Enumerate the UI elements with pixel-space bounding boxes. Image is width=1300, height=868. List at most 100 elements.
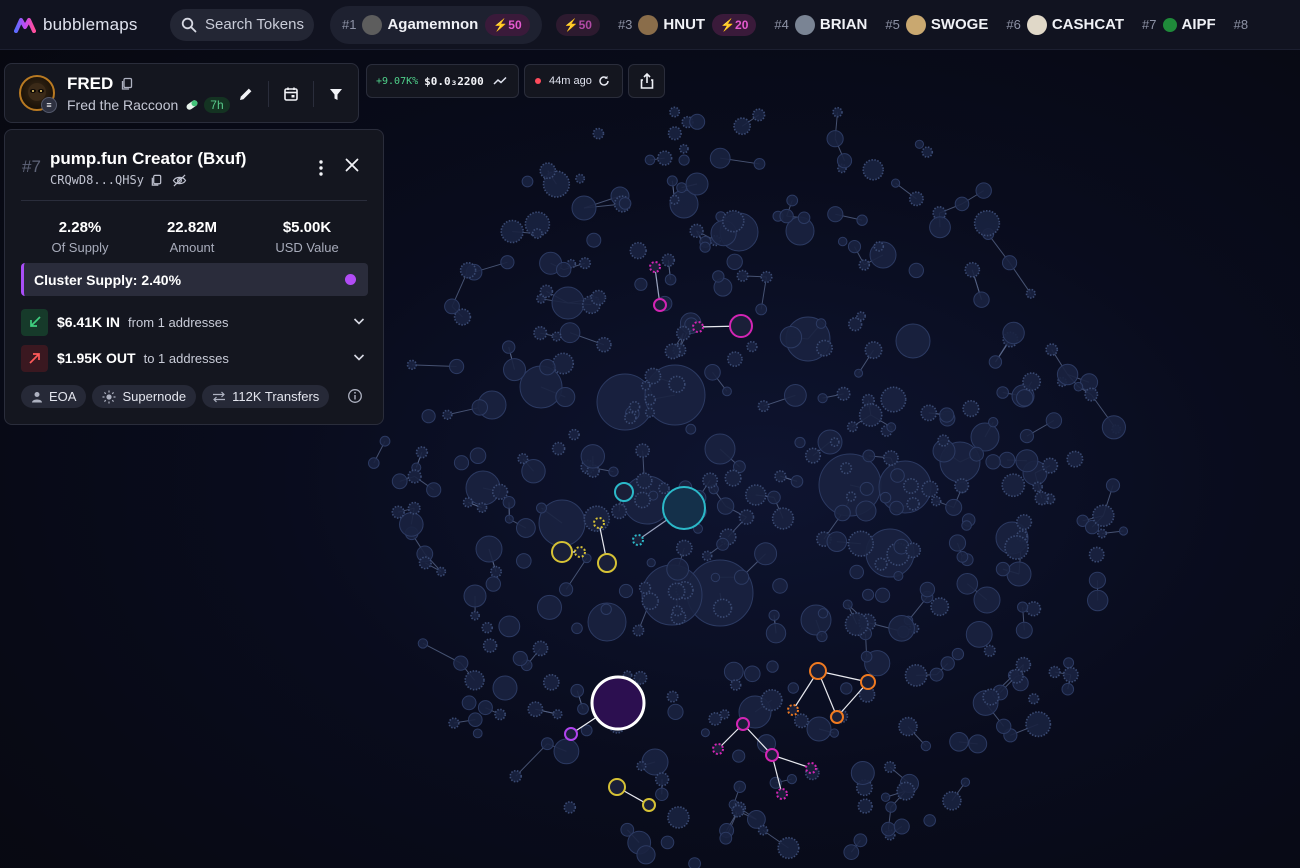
holder-bubble[interactable] [787,682,799,694]
holder-bubble[interactable] [896,781,916,801]
holder-bubble[interactable] [827,206,844,223]
holder-bubble[interactable] [845,491,857,502]
holder-bubble[interactable] [494,708,506,721]
holder-bubble[interactable] [940,656,955,671]
holder-bubble[interactable] [459,261,477,279]
holder-bubble[interactable] [847,240,862,254]
holder-bubble[interactable] [774,470,787,483]
holder-bubble[interactable] [675,325,691,341]
holder-bubble[interactable] [1025,288,1036,299]
holder-bubble[interactable] [732,749,746,763]
holder-bubble[interactable] [954,196,970,212]
cluster-bubble[interactable] [729,314,753,338]
holder-bubble[interactable] [766,660,779,673]
holder-bubble[interactable] [734,569,750,585]
holder-bubble[interactable] [744,484,767,506]
holder-bubble[interactable] [712,598,733,618]
holder-bubble[interactable] [1080,373,1099,392]
cluster-bubble[interactable] [593,517,605,529]
holder-bubble[interactable] [1034,491,1049,506]
holder-bubble[interactable] [498,615,521,638]
holder-bubble[interactable] [854,368,864,378]
holder-bubble[interactable] [815,318,827,329]
ticker-item-cashcat[interactable]: #6 CASHCAT [1006,14,1124,35]
holder-bubble[interactable] [391,505,405,519]
holder-bubble[interactable] [442,409,453,420]
holder-bubble[interactable] [817,608,829,619]
cluster-bubble[interactable] [860,674,876,690]
holder-bubble[interactable] [1097,528,1108,539]
holder-bubble[interactable] [726,253,743,270]
holder-bubble[interactable] [755,303,768,316]
holder-bubble[interactable] [794,436,806,449]
holder-bubble[interactable] [453,455,470,471]
holder-bubble[interactable] [476,502,488,513]
holder-bubble[interactable] [1027,693,1040,705]
holder-bubble[interactable] [744,665,761,683]
holder-bubble[interactable] [862,588,875,601]
holder-bubble[interactable] [666,557,690,581]
ticker-boost-only[interactable]: ⚡50 [555,13,600,36]
holder-bubble[interactable] [1008,668,1024,684]
holder-bubble[interactable] [948,534,967,552]
edit-button[interactable] [232,80,260,108]
holder-bubble[interactable] [873,241,885,252]
holder-bubble[interactable] [678,154,690,166]
holder-bubble[interactable] [856,214,868,226]
ticker-item-agamemnon[interactable]: #1 Agamemnon ⚡50 [330,5,542,44]
holder-bubble[interactable] [689,223,704,239]
holder-bubble[interactable] [1002,255,1018,271]
holder-bubble[interactable] [996,718,1012,734]
holder-bubble[interactable] [464,670,485,691]
holder-bubble[interactable] [904,664,928,687]
holder-bubble[interactable] [857,798,873,814]
holder-bubble[interactable] [1025,711,1052,738]
holder-bubble[interactable] [539,162,557,180]
holder-bubble[interactable] [757,400,770,413]
holder-bubble[interactable] [537,594,562,620]
holder-bubble[interactable] [640,380,651,391]
holder-bubble[interactable] [391,473,408,490]
holder-bubble[interactable] [636,760,647,772]
holder-bubble[interactable] [973,291,990,308]
holder-bubble[interactable] [689,113,706,130]
selected-holder-bubble[interactable] [590,675,646,731]
holder-bubble[interactable] [660,835,675,850]
holder-bubble[interactable] [1045,412,1063,429]
holder-bubble[interactable] [891,178,901,188]
holder-bubble[interactable] [709,147,731,169]
cluster-bubble[interactable] [736,717,750,731]
holder-bubble[interactable] [552,709,563,720]
holder-bubble[interactable] [491,483,509,500]
holder-bubble[interactable] [1017,601,1029,613]
holder-bubble[interactable] [407,501,421,515]
holder-bubble[interactable] [722,386,732,397]
holder-bubble[interactable] [472,728,483,739]
holder-bubble[interactable] [608,466,619,477]
holder-bubble[interactable] [1063,657,1075,669]
holder-bubble[interactable] [733,117,752,136]
holder-bubble[interactable] [669,194,680,205]
inflow-row[interactable]: $6.41K IN from 1 addresses [21,308,368,336]
cluster-bubble[interactable] [662,486,706,530]
holder-bubble[interactable] [890,468,905,483]
holder-bubble[interactable] [512,650,528,667]
cluster-bubble[interactable] [830,710,844,724]
holder-bubble[interactable] [426,482,442,498]
holder-bubble[interactable] [635,443,650,458]
cluster-bubble[interactable] [712,743,724,755]
chevron-down-icon[interactable] [352,350,366,364]
holder-bubble[interactable] [1087,589,1109,612]
holder-bubble[interactable] [942,790,962,811]
cluster-bubble[interactable] [632,534,644,546]
holder-bubble[interactable] [1056,363,1079,386]
holder-bubble[interactable] [760,688,783,712]
holder-bubble[interactable] [1084,387,1099,402]
holder-bubble[interactable] [635,472,653,490]
holder-bubble[interactable] [733,780,746,793]
holder-bubble[interactable] [969,446,984,462]
copy-icon[interactable] [120,77,134,91]
holder-bubble[interactable] [477,700,493,716]
holder-bubble[interactable] [826,531,848,553]
app-logo[interactable]: bubblemaps [14,15,164,35]
